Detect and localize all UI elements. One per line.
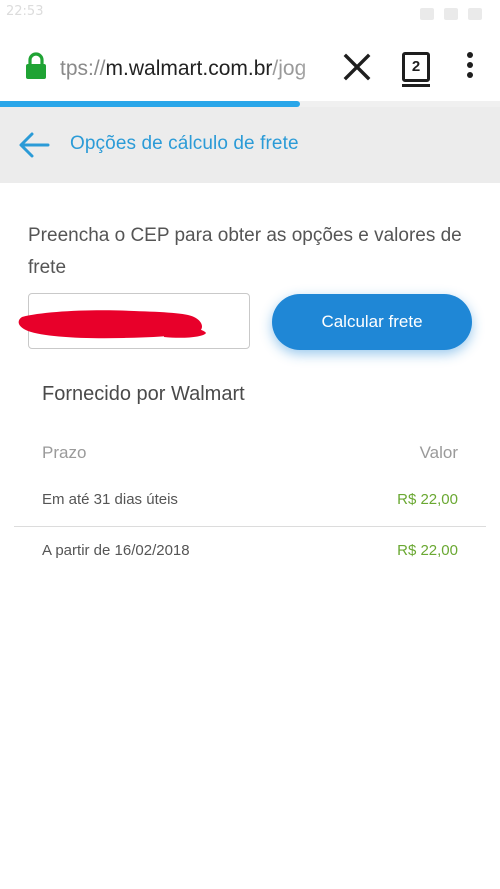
signal-icon	[444, 8, 458, 20]
cep-instructions: Preencha o CEP para obter as opções e va…	[28, 225, 462, 278]
column-header-prazo: Prazo	[42, 443, 87, 462]
shipping-option-row: Em até 31 dias úteis R$ 22,00	[14, 477, 486, 527]
calculate-shipping-button[interactable]: Calcular frete	[272, 294, 472, 350]
column-header-valor: Valor	[419, 443, 458, 462]
close-icon[interactable]	[340, 50, 374, 84]
redaction-mark	[14, 303, 214, 347]
lock-icon[interactable]	[24, 52, 48, 80]
browser-toolbar: tps://m.walmart.com.br/jog 2	[0, 28, 500, 104]
status-bar: 22:53	[0, 0, 500, 28]
status-time: 22:53	[6, 4, 44, 19]
tabs-button[interactable]: 2	[402, 52, 430, 87]
shipping-option-row: A partir de 16/02/2018 R$ 22,00	[14, 528, 486, 578]
provider-title: Fornecido por Walmart	[42, 383, 245, 405]
shipping-price: R$ 22,00	[397, 491, 458, 508]
page-title: Opções de cálculo de frete	[70, 133, 299, 154]
url-field[interactable]: tps://m.walmart.com.br/jog	[60, 55, 328, 83]
shipping-price: R$ 22,00	[397, 542, 458, 559]
shipping-deadline: A partir de 16/02/2018	[42, 542, 190, 559]
url-fade	[300, 52, 330, 86]
arrow-left-icon[interactable]	[18, 131, 50, 159]
more-vert-icon[interactable]	[462, 52, 478, 82]
url-scheme: tps://	[60, 57, 106, 80]
url-host: m.walmart.com.br	[105, 57, 273, 80]
shipping-deadline: Em até 31 dias úteis	[42, 491, 178, 508]
battery-icon	[468, 8, 482, 20]
system-icons	[410, 5, 490, 20]
page-header: Opções de cálculo de frete	[0, 107, 500, 183]
wifi-icon	[420, 8, 434, 20]
